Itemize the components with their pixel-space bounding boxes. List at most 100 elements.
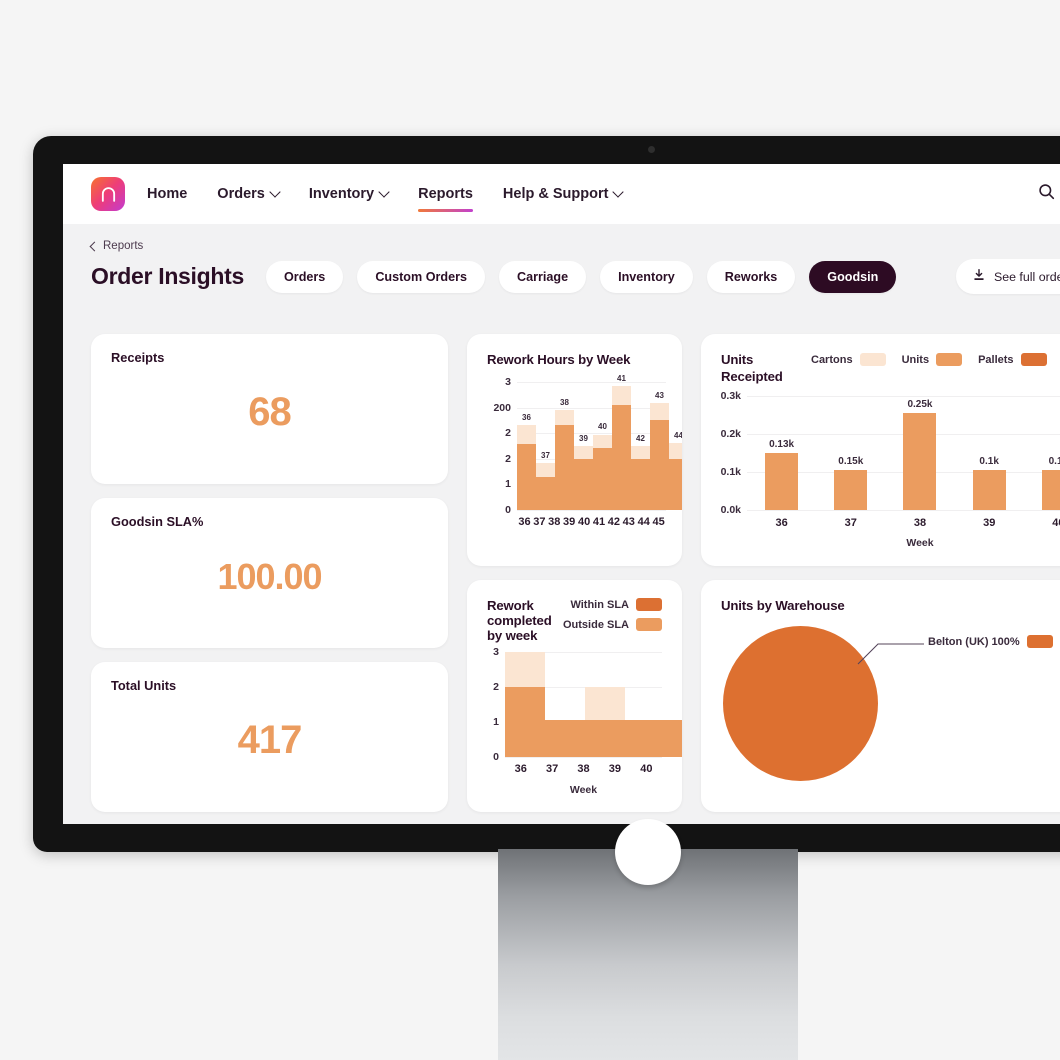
- tab-inventory[interactable]: Inventory: [600, 260, 693, 293]
- bar[interactable]: [625, 720, 665, 757]
- legend-item-belton-uk[interactable]: Belton (UK) 100%: [928, 635, 1053, 648]
- plot-area-rework-hours: 36373839404142434445: [517, 374, 682, 511]
- stand-notch: [615, 819, 681, 885]
- legend-item-within-sla[interactable]: Within SLA: [570, 598, 662, 611]
- bar-segment: [574, 446, 593, 459]
- header-row: Order Insights Orders Custom Orders Carr…: [91, 259, 1060, 294]
- page-header: Reports Order Insights Orders Custom Ord…: [63, 224, 1060, 294]
- card-receipts: Receipts 68: [91, 334, 448, 484]
- x-tick-label: 36: [514, 763, 527, 775]
- x-axis-labels: 36 37 38 39 40: [505, 763, 662, 775]
- bar-segment: [669, 458, 682, 510]
- bar-column[interactable]: [665, 652, 682, 757]
- breadcrumb[interactable]: Reports: [89, 240, 143, 252]
- bar-column[interactable]: 41: [612, 374, 631, 510]
- legend-item-outside-sla[interactable]: Outside SLA: [563, 618, 662, 631]
- legend-swatch-icon: [1026, 635, 1053, 648]
- nav-item-help-support[interactable]: Help & Support: [503, 164, 625, 224]
- tab-goodsin[interactable]: Goodsin: [809, 260, 897, 293]
- bar-column[interactable]: 0.1k: [1041, 396, 1060, 510]
- y-tick: 1: [493, 715, 499, 728]
- bar[interactable]: [517, 424, 536, 510]
- bar-column[interactable]: 42: [631, 382, 650, 510]
- legend-item-units[interactable]: Units: [902, 353, 963, 366]
- bar[interactable]: [612, 386, 631, 510]
- see-full-order-report-button[interactable]: See full order rep: [955, 259, 1060, 294]
- x-tick-label: 40: [1052, 517, 1060, 529]
- bar[interactable]: [650, 403, 669, 510]
- bar-column[interactable]: 37: [536, 382, 555, 510]
- bar-column[interactable]: [505, 652, 545, 757]
- legend-item-pallets[interactable]: Pallets: [978, 353, 1047, 366]
- x-tick-label: 39: [563, 516, 576, 528]
- bar[interactable]: [903, 413, 937, 510]
- bar[interactable]: [545, 720, 585, 757]
- x-tick-label: 44: [637, 516, 650, 528]
- nav-label: Inventory: [308, 186, 375, 202]
- search-icon[interactable]: [1037, 182, 1056, 206]
- tab-custom-orders[interactable]: Custom Orders: [357, 260, 485, 293]
- bar[interactable]: [669, 442, 682, 510]
- bar-segment: [669, 442, 682, 459]
- top-navigation-bar: Home Orders Inventory Reports Help & Sup…: [63, 164, 1060, 224]
- bar[interactable]: [631, 446, 650, 510]
- stat-cards-column: Receipts 68 Goodsin SLA% 100.00 Total Un…: [91, 334, 448, 812]
- nav-label: Orders: [217, 186, 265, 202]
- x-tick-label: 36: [775, 517, 788, 529]
- bar-column[interactable]: 0.1k: [972, 396, 1006, 510]
- tab-carriage[interactable]: Carriage: [499, 260, 587, 293]
- bar-column[interactable]: [585, 652, 625, 757]
- bar-column[interactable]: 44: [669, 382, 682, 510]
- bar-value-label: 0.1k: [1048, 456, 1060, 468]
- bar-column[interactable]: 40: [593, 382, 612, 510]
- bar[interactable]: [555, 409, 574, 510]
- bar[interactable]: [574, 446, 593, 510]
- bar-value-label: 38: [560, 397, 569, 407]
- legend-units-receipted: Cartons Units Pallets: [811, 352, 1047, 366]
- bar-column[interactable]: 0.13k: [765, 396, 799, 510]
- legend-label: Pallets: [978, 353, 1014, 366]
- chevron-down-icon: [269, 186, 281, 198]
- card-rework-hours-by-week: Rework Hours by Week 3 200 2 2 1 0 36 37…: [467, 334, 682, 566]
- bar[interactable]: [665, 720, 682, 757]
- nav-item-orders[interactable]: Orders: [217, 164, 281, 224]
- bar-segment: [612, 386, 631, 406]
- bar-value-label: 44: [674, 430, 682, 440]
- bar[interactable]: [765, 453, 799, 510]
- bar-segment: [631, 458, 650, 510]
- pie-slice-belton-uk[interactable]: [723, 626, 878, 781]
- bar[interactable]: [505, 652, 545, 757]
- nav-item-home[interactable]: Home: [147, 164, 187, 224]
- bar[interactable]: [536, 463, 555, 510]
- bar-column[interactable]: [545, 652, 585, 757]
- nav-item-reports[interactable]: Reports: [418, 164, 473, 224]
- bar[interactable]: [834, 470, 868, 510]
- nav-item-inventory[interactable]: Inventory: [308, 164, 390, 224]
- plot-area-rework-completed: [505, 652, 682, 758]
- x-axis-labels: 36 37 38 39 40: [747, 517, 1060, 529]
- bar-column[interactable]: 36: [517, 382, 536, 510]
- tab-reworks[interactable]: Reworks: [706, 260, 796, 293]
- bar-segment: [517, 424, 536, 444]
- bar[interactable]: [1041, 470, 1060, 510]
- arch-logo-icon[interactable]: [91, 177, 125, 211]
- bar[interactable]: [593, 434, 612, 510]
- legend-item-cartons[interactable]: Cartons: [811, 353, 886, 366]
- y-tick: 2: [493, 680, 499, 693]
- y-tick: 0.1k: [720, 465, 741, 478]
- bar-column[interactable]: 0.15k: [834, 396, 868, 510]
- download-icon: [972, 268, 986, 285]
- bar-column[interactable]: 39: [574, 382, 593, 510]
- bar-column[interactable]: 38: [555, 382, 574, 510]
- bar-column[interactable]: [625, 652, 665, 757]
- x-tick-label: 40: [577, 516, 591, 528]
- y-axis-labels: 3 2 1 0: [467, 646, 499, 763]
- legend-rework-completed: Within SLA Outside SLA: [563, 598, 662, 631]
- bar[interactable]: [585, 687, 625, 757]
- tab-orders[interactable]: Orders: [266, 260, 344, 293]
- bar-value-label: 0.1k: [979, 456, 999, 468]
- bar-column[interactable]: 43: [650, 382, 669, 510]
- bar[interactable]: [972, 470, 1006, 510]
- bar-segment: [1041, 470, 1060, 510]
- bar-column[interactable]: 0.25k: [903, 396, 937, 510]
